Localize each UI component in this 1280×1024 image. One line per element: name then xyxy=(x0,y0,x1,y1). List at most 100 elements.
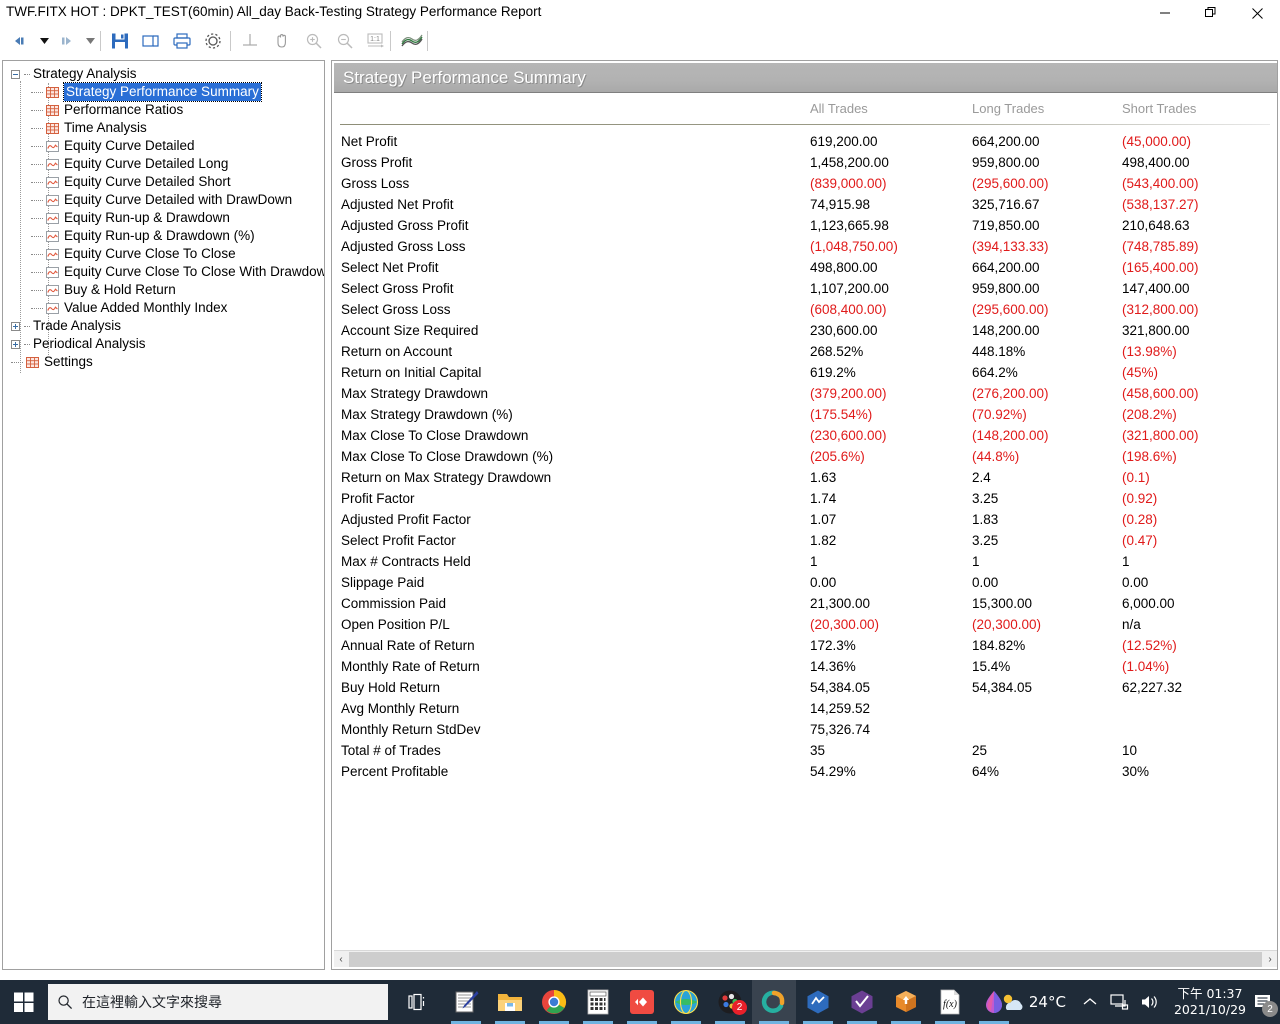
navigation-tree-panel[interactable]: Strategy Analysis Strategy Performance Su… xyxy=(2,60,325,970)
cell-all-trades: 1.74 xyxy=(810,491,837,506)
row-label: Adjusted Profit Factor xyxy=(341,512,471,527)
tree-item-buy-hold-return[interactable]: Buy & Hold Return xyxy=(31,281,176,299)
save-button[interactable] xyxy=(108,29,132,53)
tree-item-equity-curve-detailed[interactable]: Equity Curve Detailed xyxy=(31,137,195,155)
file-explorer-icon[interactable] xyxy=(488,980,532,1024)
grid-report-icon xyxy=(46,86,59,98)
settings-gear-icon[interactable] xyxy=(201,29,225,53)
table-row: Select Gross Profit 1,107,200.00 959,800.0… xyxy=(332,278,1275,299)
scrollbar-thumb[interactable] xyxy=(349,951,1262,967)
row-label: Avg Monthly Return xyxy=(341,701,460,716)
cell-short-trades: (458,600.00) xyxy=(1122,386,1199,401)
print-button[interactable] xyxy=(170,29,194,53)
tree-expander-expand[interactable] xyxy=(11,321,20,331)
cell-all-trades: 1.63 xyxy=(810,470,837,485)
tree-item-label: Trade Analysis xyxy=(33,318,122,333)
tree-item-equity-run-up-drawdown[interactable]: Equity Run-up & Drawdown xyxy=(31,209,230,227)
minimize-button[interactable] xyxy=(1142,0,1188,26)
tree-item-settings[interactable]: Settings xyxy=(11,353,93,371)
notepad-icon[interactable] xyxy=(444,980,488,1024)
tree-item-time-analysis[interactable]: Time Analysis xyxy=(31,119,147,137)
scroll-right-button[interactable]: › xyxy=(1263,951,1277,967)
tree-item-equity-curve-close-to-close[interactable]: Equity Curve Close To Close xyxy=(31,245,236,263)
volume-icon[interactable] xyxy=(1134,993,1164,1011)
zoom-in-icon[interactable] xyxy=(302,29,326,53)
copy-button[interactable] xyxy=(139,29,163,53)
tree-item-equity-curve-detailed-long[interactable]: Equity Curve Detailed Long xyxy=(31,155,228,173)
horizontal-scrollbar[interactable]: ‹ › xyxy=(334,950,1277,967)
tree-item-strategy-performance-summary[interactable]: Strategy Performance Summary xyxy=(31,82,262,102)
restore-button[interactable] xyxy=(1188,0,1234,26)
cell-all-trades: 1,107,200.00 xyxy=(810,281,889,296)
close-button[interactable] xyxy=(1234,0,1280,26)
crosshair-icon[interactable] xyxy=(238,29,262,53)
task-view-icon[interactable] xyxy=(398,980,436,1024)
tree-connector xyxy=(31,307,43,309)
cell-long-trades: (20,300.00) xyxy=(972,617,1042,632)
dark-chart-app-icon[interactable]: 2 xyxy=(708,980,752,1024)
cell-all-trades: 54,384.05 xyxy=(810,680,871,695)
tray-expand-chevron-icon[interactable] xyxy=(1076,997,1104,1007)
orange-box-app-icon[interactable] xyxy=(884,980,928,1024)
table-row: Annual Rate of Return 172.3% 184.82% (12.52… xyxy=(332,635,1275,656)
tree-expander-expand[interactable] xyxy=(11,339,20,349)
zoom-out-icon[interactable] xyxy=(333,29,357,53)
tree-connector xyxy=(24,73,30,75)
zoom-reset-icon[interactable]: 1:1 xyxy=(363,29,387,53)
search-input[interactable]: 在這裡輸入文字來搜尋 xyxy=(48,984,388,1020)
table-row: Select Gross Loss (608,400.00) (295,600.00… xyxy=(332,299,1275,320)
tree-item-periodical-analysis[interactable]: Periodical Analysis xyxy=(11,335,146,353)
purple-hex-app-icon[interactable] xyxy=(840,980,884,1024)
scroll-left-button[interactable]: ‹ xyxy=(334,951,348,967)
tree-item-equity-curve-close-to-close-with-drawdown[interactable]: Equity Curve Close To Close With Drawdow… xyxy=(31,263,324,281)
column-header-all-trades: All Trades xyxy=(810,101,868,116)
row-label: Account Size Required xyxy=(341,323,479,338)
red-diamond-app-icon[interactable] xyxy=(620,980,664,1024)
tree-item-equity-curve-detailed-with-drawdown[interactable]: Equity Curve Detailed with DrawDown xyxy=(31,191,292,209)
cell-long-trades: 1.83 xyxy=(972,512,999,527)
tree-item-equity-run-up-drawdown[interactable]: Equity Run-up & Drawdown (%) xyxy=(31,227,255,245)
tree-item-label: Equity Curve Detailed xyxy=(64,138,195,153)
blue-hex-app-icon[interactable] xyxy=(796,980,840,1024)
table-row: Gross Profit 1,458,200.00 959,800.00 498,40… xyxy=(332,152,1275,173)
cell-all-trades: 230,600.00 xyxy=(810,323,878,338)
cell-all-trades: 619,200.00 xyxy=(810,134,878,149)
cell-short-trades: 30% xyxy=(1122,764,1150,779)
network-icon[interactable] xyxy=(1104,993,1134,1011)
cell-short-trades: 0.00 xyxy=(1122,575,1149,590)
chrome-icon[interactable] xyxy=(532,980,576,1024)
back-dropdown-button[interactable] xyxy=(32,29,56,53)
multicharts-icon[interactable] xyxy=(752,980,796,1024)
forward-dropdown-button[interactable] xyxy=(78,29,102,53)
tree-connector xyxy=(31,91,43,93)
tree-item-strategy-analysis[interactable]: Strategy Analysis xyxy=(11,65,137,83)
clock[interactable]: 下午 01:37 2021/10/29 xyxy=(1174,986,1246,1018)
grid-report-icon xyxy=(26,356,39,368)
tree-item-performance-ratios[interactable]: Performance Ratios xyxy=(31,101,183,119)
report-table-body: Net Profit 619,200.00 664,200.00 (45,000.00… xyxy=(332,131,1275,782)
weather-widget[interactable]: 24°C xyxy=(999,991,1066,1013)
clock-date: 2021/10/29 xyxy=(1173,1002,1246,1017)
formula-doc-icon[interactable]: f(x) xyxy=(928,980,972,1024)
tree-connector xyxy=(31,271,43,273)
cell-long-trades: (276,200.00) xyxy=(972,386,1049,401)
back-button[interactable] xyxy=(8,29,32,53)
tree-item-equity-curve-detailed-short[interactable]: Equity Curve Detailed Short xyxy=(31,173,231,191)
pan-hand-icon[interactable] xyxy=(270,29,294,53)
tree-item-value-added-monthly-index[interactable]: Value Added Monthly Index xyxy=(31,299,227,317)
chart-icon[interactable] xyxy=(400,29,424,53)
cell-all-trades: 619.2% xyxy=(810,365,856,380)
globe-app-icon[interactable] xyxy=(664,980,708,1024)
cell-all-trades: 21,300.00 xyxy=(810,596,871,611)
clock-time: 下午 01:37 xyxy=(1177,986,1243,1001)
cell-short-trades: 147,400.00 xyxy=(1122,281,1190,296)
line-chart-icon xyxy=(46,158,59,170)
calculator-icon[interactable] xyxy=(576,980,620,1024)
notification-center-button[interactable]: 2 xyxy=(1246,980,1280,1024)
row-label: Gross Profit xyxy=(341,155,413,170)
tree-expander-collapse[interactable] xyxy=(11,69,20,79)
forward-button[interactable] xyxy=(54,29,78,53)
start-button[interactable] xyxy=(0,980,48,1024)
row-label: Commission Paid xyxy=(341,596,447,611)
tree-item-trade-analysis[interactable]: Trade Analysis xyxy=(11,317,121,335)
